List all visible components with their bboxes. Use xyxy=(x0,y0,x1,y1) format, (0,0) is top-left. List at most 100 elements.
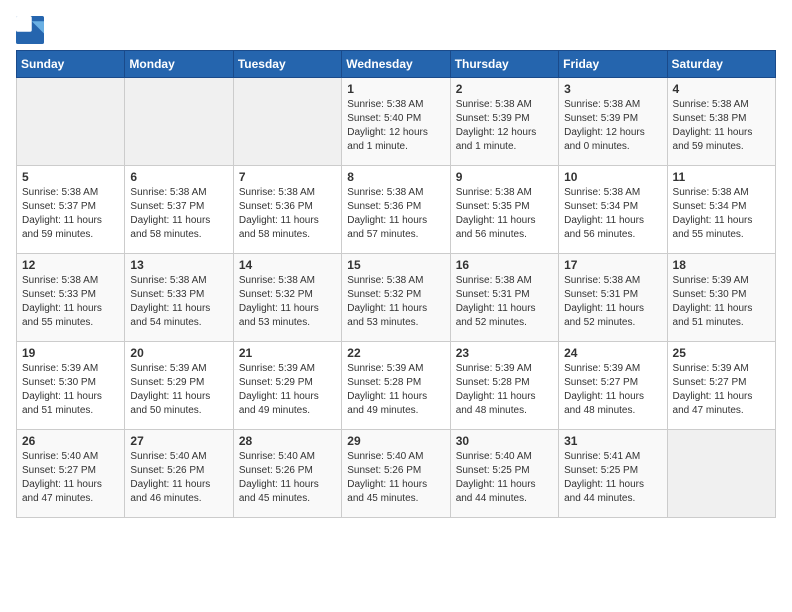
day-info: Sunrise: 5:38 AM Sunset: 5:37 PM Dayligh… xyxy=(22,186,119,242)
day-info: Sunrise: 5:38 AM Sunset: 5:39 PM Dayligh… xyxy=(456,98,553,154)
day-info: Sunrise: 5:38 AM Sunset: 5:31 PM Dayligh… xyxy=(564,274,661,330)
day-info: Sunrise: 5:38 AM Sunset: 5:33 PM Dayligh… xyxy=(130,274,227,330)
day-info: Sunrise: 5:38 AM Sunset: 5:36 PM Dayligh… xyxy=(347,186,444,242)
calendar-cell: 14 Sunrise: 5:38 AM Sunset: 5:32 PM Dayli… xyxy=(233,254,341,342)
day-number: 20 xyxy=(130,346,227,360)
calendar-week-row: 19Sunrise: 5:39 AM Sunset: 5:30 PM Dayli… xyxy=(17,342,776,430)
calendar-cell xyxy=(17,78,125,166)
day-number: 19 xyxy=(22,346,119,360)
calendar-week-row: 26 Sunrise: 5:40 AM Sunset: 5:27 PM Dayli… xyxy=(17,430,776,518)
weekday-header: Friday xyxy=(559,51,667,78)
calendar-cell: 4Sunrise: 5:38 AM Sunset: 5:38 PM Daylig… xyxy=(667,78,775,166)
calendar-cell: 16 Sunrise: 5:38 AM Sunset: 5:31 PM Dayli… xyxy=(450,254,558,342)
calendar-cell: 19Sunrise: 5:39 AM Sunset: 5:30 PM Dayli… xyxy=(17,342,125,430)
day-number: 1 xyxy=(347,82,444,96)
weekday-header: Sunday xyxy=(17,51,125,78)
weekday-header: Tuesday xyxy=(233,51,341,78)
day-number: 21 xyxy=(239,346,336,360)
calendar-cell: 13 Sunrise: 5:38 AM Sunset: 5:33 PM Dayli… xyxy=(125,254,233,342)
day-number: 24 xyxy=(564,346,661,360)
calendar-cell: 9 Sunrise: 5:38 AM Sunset: 5:35 PM Daylig… xyxy=(450,166,558,254)
calendar-cell: 7 Sunrise: 5:38 AM Sunset: 5:36 PM Daylig… xyxy=(233,166,341,254)
calendar-week-row: 1 Sunrise: 5:38 AM Sunset: 5:40 PM Daylig… xyxy=(17,78,776,166)
calendar-cell: 22 Sunrise: 5:39 AM Sunset: 5:28 PM Dayli… xyxy=(342,342,450,430)
day-number: 16 xyxy=(456,258,553,272)
weekday-header: Thursday xyxy=(450,51,558,78)
day-info: Sunrise: 5:39 AM Sunset: 5:27 PM Dayligh… xyxy=(564,362,661,418)
calendar-cell xyxy=(233,78,341,166)
day-number: 6 xyxy=(130,170,227,184)
day-number: 7 xyxy=(239,170,336,184)
calendar-cell: 29 Sunrise: 5:40 AM Sunset: 5:26 PM Dayli… xyxy=(342,430,450,518)
day-info: Sunrise: 5:38 AM Sunset: 5:37 PM Dayligh… xyxy=(130,186,227,242)
calendar-cell: 3 Sunrise: 5:38 AM Sunset: 5:39 PM Daylig… xyxy=(559,78,667,166)
calendar-cell: 15Sunrise: 5:38 AM Sunset: 5:32 PM Dayli… xyxy=(342,254,450,342)
day-number: 10 xyxy=(564,170,661,184)
calendar-cell: 27 Sunrise: 5:40 AM Sunset: 5:26 PM Dayli… xyxy=(125,430,233,518)
logo-icon xyxy=(16,16,44,44)
day-info: Sunrise: 5:41 AM Sunset: 5:25 PM Dayligh… xyxy=(564,450,661,506)
day-info: Sunrise: 5:40 AM Sunset: 5:26 PM Dayligh… xyxy=(347,450,444,506)
calendar-cell: 21 Sunrise: 5:39 AM Sunset: 5:29 PM Dayli… xyxy=(233,342,341,430)
day-info: Sunrise: 5:39 AM Sunset: 5:30 PM Dayligh… xyxy=(673,274,770,330)
day-number: 4 xyxy=(673,82,770,96)
day-info: Sunrise: 5:38 AM Sunset: 5:35 PM Dayligh… xyxy=(456,186,553,242)
calendar-cell: 23 Sunrise: 5:39 AM Sunset: 5:28 PM Dayli… xyxy=(450,342,558,430)
calendar-table: SundayMondayTuesdayWednesdayThursdayFrid… xyxy=(16,50,776,518)
logo xyxy=(16,16,48,44)
calendar-cell xyxy=(667,430,775,518)
day-number: 14 xyxy=(239,258,336,272)
day-info: Sunrise: 5:38 AM Sunset: 5:34 PM Dayligh… xyxy=(673,186,770,242)
day-info: Sunrise: 5:38 AM Sunset: 5:40 PM Dayligh… xyxy=(347,98,444,154)
day-number: 2 xyxy=(456,82,553,96)
calendar-cell: 31 Sunrise: 5:41 AM Sunset: 5:25 PM Dayli… xyxy=(559,430,667,518)
day-info: Sunrise: 5:39 AM Sunset: 5:27 PM Dayligh… xyxy=(673,362,770,418)
weekday-header: Wednesday xyxy=(342,51,450,78)
day-info: Sunrise: 5:39 AM Sunset: 5:28 PM Dayligh… xyxy=(347,362,444,418)
day-number: 5 xyxy=(22,170,119,184)
day-info: Sunrise: 5:39 AM Sunset: 5:29 PM Dayligh… xyxy=(239,362,336,418)
day-number: 25 xyxy=(673,346,770,360)
day-number: 3 xyxy=(564,82,661,96)
day-number: 12 xyxy=(22,258,119,272)
day-number: 31 xyxy=(564,434,661,448)
calendar-cell: 6 Sunrise: 5:38 AM Sunset: 5:37 PM Daylig… xyxy=(125,166,233,254)
day-number: 9 xyxy=(456,170,553,184)
day-number: 29 xyxy=(347,434,444,448)
day-info: Sunrise: 5:38 AM Sunset: 5:39 PM Dayligh… xyxy=(564,98,661,154)
day-number: 15 xyxy=(347,258,444,272)
calendar-header: SundayMondayTuesdayWednesdayThursdayFrid… xyxy=(17,51,776,78)
calendar-cell xyxy=(125,78,233,166)
day-number: 28 xyxy=(239,434,336,448)
calendar-cell: 28 Sunrise: 5:40 AM Sunset: 5:26 PM Dayli… xyxy=(233,430,341,518)
day-number: 8 xyxy=(347,170,444,184)
calendar-cell: 24 Sunrise: 5:39 AM Sunset: 5:27 PM Dayli… xyxy=(559,342,667,430)
calendar-cell: 20Sunrise: 5:39 AM Sunset: 5:29 PM Dayli… xyxy=(125,342,233,430)
calendar-cell: 2 Sunrise: 5:38 AM Sunset: 5:39 PM Daylig… xyxy=(450,78,558,166)
day-info: Sunrise: 5:38 AM Sunset: 5:31 PM Dayligh… xyxy=(456,274,553,330)
calendar-cell: 12 Sunrise: 5:38 AM Sunset: 5:33 PM Dayli… xyxy=(17,254,125,342)
day-info: Sunrise: 5:40 AM Sunset: 5:26 PM Dayligh… xyxy=(130,450,227,506)
day-number: 27 xyxy=(130,434,227,448)
page-header xyxy=(16,16,776,44)
calendar-cell: 8 Sunrise: 5:38 AM Sunset: 5:36 PM Daylig… xyxy=(342,166,450,254)
weekday-row: SundayMondayTuesdayWednesdayThursdayFrid… xyxy=(17,51,776,78)
calendar-cell: 10Sunrise: 5:38 AM Sunset: 5:34 PM Dayli… xyxy=(559,166,667,254)
day-number: 17 xyxy=(564,258,661,272)
day-info: Sunrise: 5:38 AM Sunset: 5:36 PM Dayligh… xyxy=(239,186,336,242)
weekday-header: Monday xyxy=(125,51,233,78)
day-number: 30 xyxy=(456,434,553,448)
day-info: Sunrise: 5:40 AM Sunset: 5:27 PM Dayligh… xyxy=(22,450,119,506)
day-info: Sunrise: 5:39 AM Sunset: 5:28 PM Dayligh… xyxy=(456,362,553,418)
day-info: Sunrise: 5:38 AM Sunset: 5:32 PM Dayligh… xyxy=(239,274,336,330)
day-info: Sunrise: 5:40 AM Sunset: 5:26 PM Dayligh… xyxy=(239,450,336,506)
day-number: 26 xyxy=(22,434,119,448)
calendar-cell: 17 Sunrise: 5:38 AM Sunset: 5:31 PM Dayli… xyxy=(559,254,667,342)
day-number: 22 xyxy=(347,346,444,360)
day-number: 23 xyxy=(456,346,553,360)
calendar-cell: 25 Sunrise: 5:39 AM Sunset: 5:27 PM Dayli… xyxy=(667,342,775,430)
day-info: Sunrise: 5:38 AM Sunset: 5:33 PM Dayligh… xyxy=(22,274,119,330)
calendar-cell: 11Sunrise: 5:38 AM Sunset: 5:34 PM Dayli… xyxy=(667,166,775,254)
calendar-cell: 30Sunrise: 5:40 AM Sunset: 5:25 PM Dayli… xyxy=(450,430,558,518)
day-number: 13 xyxy=(130,258,227,272)
